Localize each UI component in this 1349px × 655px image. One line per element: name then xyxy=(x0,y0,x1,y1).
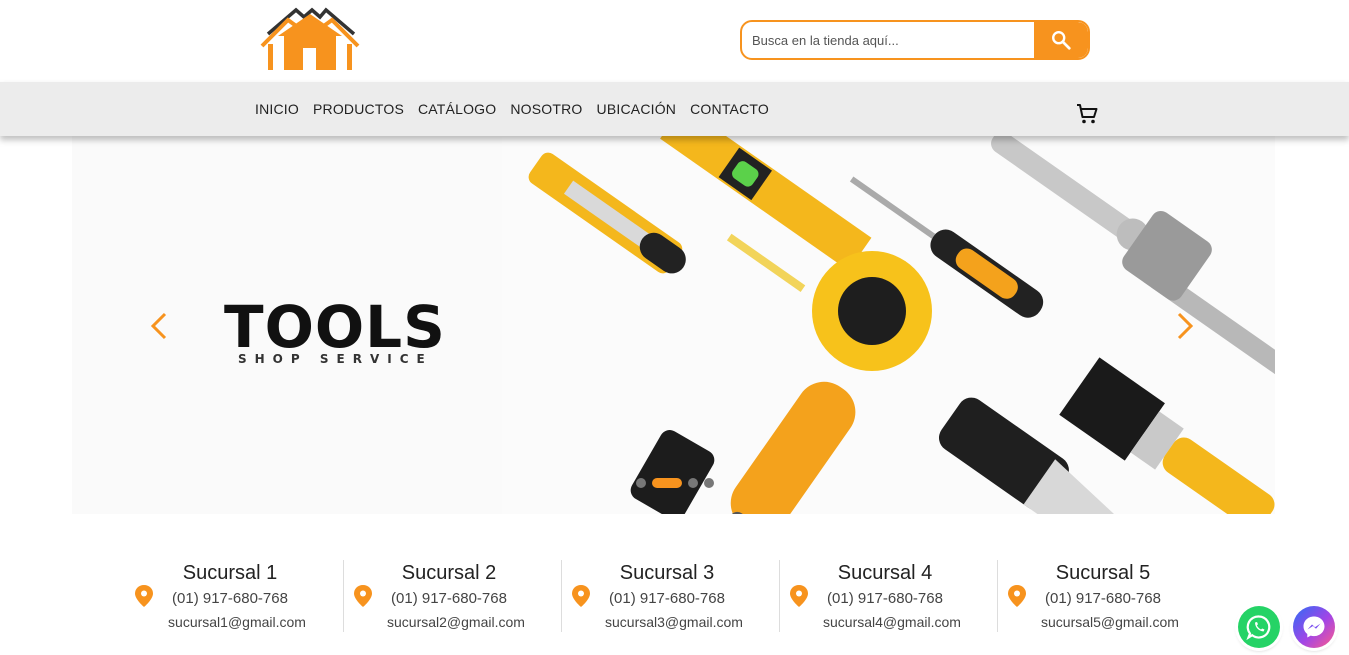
branch-email[interactable]: sucursal3@gmail.com xyxy=(582,614,766,630)
branch-phone[interactable]: (01) 917-680-768 xyxy=(582,590,752,607)
carousel-indicators xyxy=(636,478,714,488)
branch-card: Sucursal 3 (01) 917-680-768 sucursal3@gm… xyxy=(560,560,779,632)
branch-name: Sucursal 3 xyxy=(619,562,715,584)
branch-name: Sucursal 4 xyxy=(837,562,933,584)
carousel-dot[interactable] xyxy=(704,478,714,488)
chevron-left-icon xyxy=(150,312,167,340)
branch-phone[interactable]: (01) 917-680-768 xyxy=(800,590,970,607)
messenger-button[interactable] xyxy=(1293,606,1335,648)
branch-name: Sucursal 2 xyxy=(401,562,497,584)
hero-brand-title: TOOLS xyxy=(224,293,446,361)
nav-item-inicio[interactable]: INICIO xyxy=(255,101,299,117)
branch-card: Sucursal 2 (01) 917-680-768 sucursal2@gm… xyxy=(342,560,561,632)
branch-phone[interactable]: (01) 917-680-768 xyxy=(1018,590,1188,607)
branch-phone[interactable]: (01) 917-680-768 xyxy=(364,590,534,607)
branches-list: Sucursal 1 (01) 917-680-768 sucursal1@gm… xyxy=(125,560,1215,640)
branch-email[interactable]: sucursal4@gmail.com xyxy=(800,614,984,630)
whatsapp-button[interactable] xyxy=(1238,606,1280,648)
branch-email[interactable]: sucursal5@gmail.com xyxy=(1018,614,1202,630)
nav-item-contacto[interactable]: CONTACTO xyxy=(690,101,769,117)
branch-card: Sucursal 5 (01) 917-680-768 sucursal5@gm… xyxy=(996,560,1215,632)
branch-phone[interactable]: (01) 917-680-768 xyxy=(145,590,315,607)
cart-icon[interactable] xyxy=(1075,102,1099,126)
hero-brand-subtitle: SHOP SERVICE xyxy=(238,352,433,366)
nav-item-ubicacion[interactable]: UBICACIÓN xyxy=(597,101,677,117)
branch-card: Sucursal 4 (01) 917-680-768 sucursal4@gm… xyxy=(778,560,997,632)
hero-brand: TOOLS SHOP SERVICE xyxy=(224,296,464,366)
whatsapp-icon xyxy=(1246,615,1271,640)
messenger-icon xyxy=(1303,616,1325,638)
tools-illustration xyxy=(502,136,1275,514)
branch-email[interactable]: sucursal2@gmail.com xyxy=(364,614,548,630)
carousel-dot[interactable] xyxy=(636,478,646,488)
carousel-dot[interactable] xyxy=(688,478,698,488)
nav-item-catalogo[interactable]: CATÁLOGO xyxy=(418,101,496,117)
search-icon xyxy=(1052,31,1071,50)
search-button[interactable] xyxy=(1034,22,1088,58)
branch-email[interactable]: sucursal1@gmail.com xyxy=(145,614,329,630)
site-header xyxy=(0,0,1349,82)
nav-item-productos[interactable]: PRODUCTOS xyxy=(313,101,404,117)
carousel-dot-active[interactable] xyxy=(652,478,682,488)
chevron-right-icon xyxy=(1177,312,1194,340)
carousel-prev-button[interactable] xyxy=(144,306,174,346)
main-nav: INICIO PRODUCTOS CATÁLOGO NOSOTRO UBICAC… xyxy=(0,82,1349,136)
hero-carousel: TOOLS SHOP SERVICE xyxy=(72,136,1275,514)
search-box xyxy=(740,20,1090,60)
branch-name: Sucursal 5 xyxy=(1055,562,1151,584)
search-input[interactable] xyxy=(742,22,1038,58)
nav-item-nosotro[interactable]: NOSOTRO xyxy=(510,101,582,117)
house-logo-icon[interactable] xyxy=(258,6,362,74)
branch-card: Sucursal 1 (01) 917-680-768 sucursal1@gm… xyxy=(125,560,343,632)
carousel-next-button[interactable] xyxy=(1170,306,1200,346)
branch-name: Sucursal 1 xyxy=(182,562,278,584)
